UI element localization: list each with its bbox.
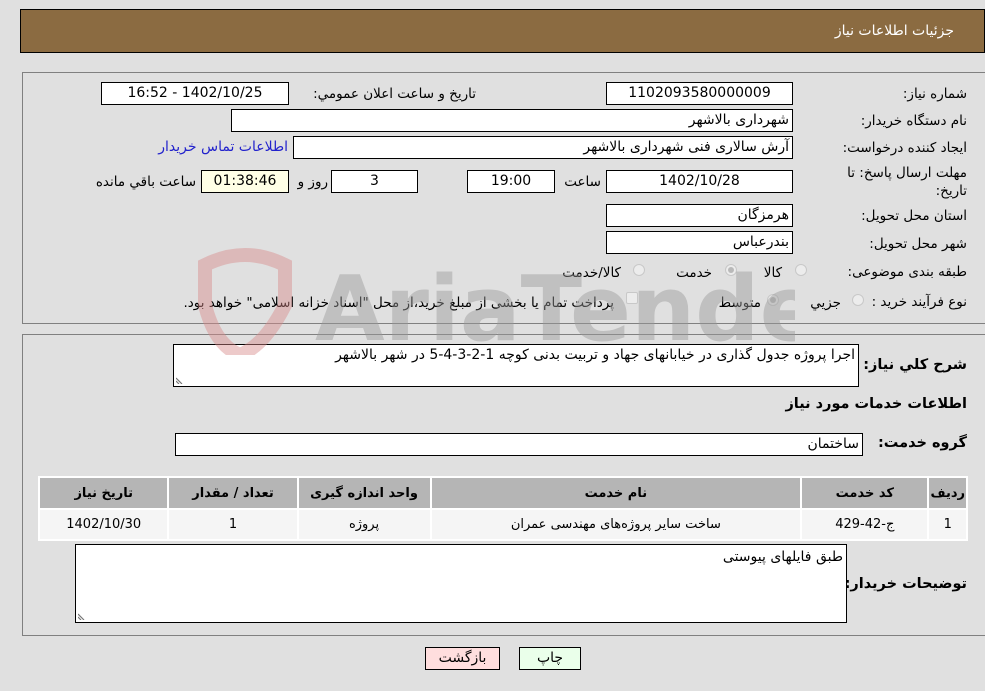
col-header-row-num: ردیف bbox=[929, 478, 966, 508]
province-label: استان محل تحویل: bbox=[861, 208, 967, 224]
page-title: جزئیات اطلاعات نیاز bbox=[834, 23, 954, 39]
deadline-date-field[interactable]: 1402/10/28 bbox=[606, 170, 793, 193]
deadline-time-label: ساعت bbox=[564, 174, 601, 190]
requester-field[interactable]: آرش سالاری فنی شهرداری بالاشهر bbox=[293, 136, 793, 159]
need-number-field[interactable]: 1102093580000009 bbox=[606, 82, 793, 105]
category-radio-goods-service[interactable] bbox=[633, 264, 645, 276]
buyer-notes-label: توضیحات خریدار: bbox=[844, 576, 967, 592]
services-table-wrap: ردیف کد خدمت نام خدمت واحد اندازه گیری ت… bbox=[38, 476, 968, 541]
page-header: جزئیات اطلاعات نیاز bbox=[20, 9, 985, 53]
col-header-unit: واحد اندازه گیری bbox=[298, 478, 430, 508]
city-label: شهر محل تحویل: bbox=[869, 236, 967, 252]
buyer-notes-textarea[interactable]: طبق فایلهای پیوستی bbox=[75, 544, 847, 623]
cell-service-name: ساخت سایر پروژه‌های مهندسی عمران bbox=[431, 510, 801, 539]
category-radio-goods[interactable] bbox=[795, 264, 807, 276]
cell-need-date: 1402/10/30 bbox=[40, 510, 168, 539]
need-number-label: شماره نیاز: bbox=[902, 86, 967, 102]
cell-row-num: 1 bbox=[929, 510, 966, 539]
services-section-title: اطلاعات خدمات مورد نیاز bbox=[785, 396, 967, 412]
cell-quantity: 1 bbox=[169, 510, 297, 539]
deadline-label-line1: مهلت ارسال پاسخ: تا bbox=[847, 165, 967, 181]
buyer-notes-text: طبق فایلهای پیوستی bbox=[722, 549, 843, 565]
purchase-process-label: نوع فرآیند خرید : bbox=[871, 294, 967, 310]
cell-service-code: ج-42-429 bbox=[802, 510, 928, 539]
requester-label: ایجاد کننده درخواست: bbox=[842, 140, 967, 156]
services-table: ردیف کد خدمت نام خدمت واحد اندازه گیری ت… bbox=[38, 476, 968, 541]
remaining-time-field: 01:38:46 bbox=[201, 170, 289, 193]
col-header-need-date: تاریخ نیاز bbox=[40, 478, 168, 508]
service-group-label: گروه خدمت: bbox=[877, 435, 967, 451]
process-option-minor: جزیي bbox=[810, 295, 841, 311]
province-field[interactable]: هرمزگان bbox=[606, 204, 793, 227]
resize-grip-icon[interactable] bbox=[78, 612, 86, 620]
table-row: 1 ج-42-429 ساخت سایر پروژه‌های مهندسی عم… bbox=[40, 510, 966, 539]
process-option-medium: متوسط bbox=[718, 295, 761, 311]
category-radio-service[interactable] bbox=[725, 264, 737, 276]
description-label: شرح کلي نیاز: bbox=[863, 357, 967, 373]
col-header-service-code: کد خدمت bbox=[802, 478, 928, 508]
buyer-org-label: نام دستگاه خریدار: bbox=[860, 113, 967, 129]
process-radio-minor[interactable] bbox=[852, 294, 864, 306]
col-header-quantity: تعداد / مقدار bbox=[169, 478, 297, 508]
remaining-time-label: ساعت باقي مانده bbox=[95, 174, 196, 190]
table-header-row: ردیف کد خدمت نام خدمت واحد اندازه گیری ت… bbox=[40, 478, 966, 508]
cell-unit: پروژه bbox=[298, 510, 430, 539]
service-group-field[interactable]: ساختمان bbox=[175, 433, 863, 456]
deadline-label-line2: تاریخ: bbox=[935, 183, 967, 199]
process-radio-medium[interactable] bbox=[767, 294, 779, 306]
city-field[interactable]: بندرعباس bbox=[606, 231, 793, 254]
description-textarea[interactable]: اجرا پروژه جدول گذاری در خیابانهای جهاد … bbox=[173, 344, 859, 387]
remaining-days-label: روز و bbox=[297, 174, 328, 190]
buyer-org-field[interactable]: شهرداری بالاشهر bbox=[231, 109, 793, 132]
col-header-service-name: نام خدمت bbox=[431, 478, 801, 508]
announce-datetime-field[interactable]: 1402/10/25 - 16:52 bbox=[101, 82, 289, 105]
category-option-goods: کالا bbox=[763, 265, 782, 281]
announce-datetime-label: تاریخ و ساعت اعلان عمومي: bbox=[313, 86, 476, 102]
buyer-contact-link[interactable]: اطلاعات تماس خریدار bbox=[158, 139, 288, 155]
print-button[interactable]: چاپ bbox=[519, 647, 581, 670]
remaining-days-field: 3 bbox=[331, 170, 418, 193]
resize-grip-icon[interactable] bbox=[176, 376, 184, 384]
category-label: طبقه بندی موضوعی: bbox=[847, 264, 967, 280]
description-text: اجرا پروژه جدول گذاری در خیابانهای جهاد … bbox=[335, 347, 855, 363]
category-option-goods-service: کالا/خدمت bbox=[562, 265, 621, 281]
category-option-service: خدمت bbox=[676, 265, 712, 281]
treasury-payment-checkbox[interactable] bbox=[626, 292, 638, 304]
treasury-payment-note: پرداخت تمام یا بخشی از مبلغ خرید،از محل … bbox=[183, 295, 614, 311]
deadline-time-field[interactable]: 19:00 bbox=[467, 170, 555, 193]
back-button[interactable]: بازگشت bbox=[425, 647, 500, 670]
